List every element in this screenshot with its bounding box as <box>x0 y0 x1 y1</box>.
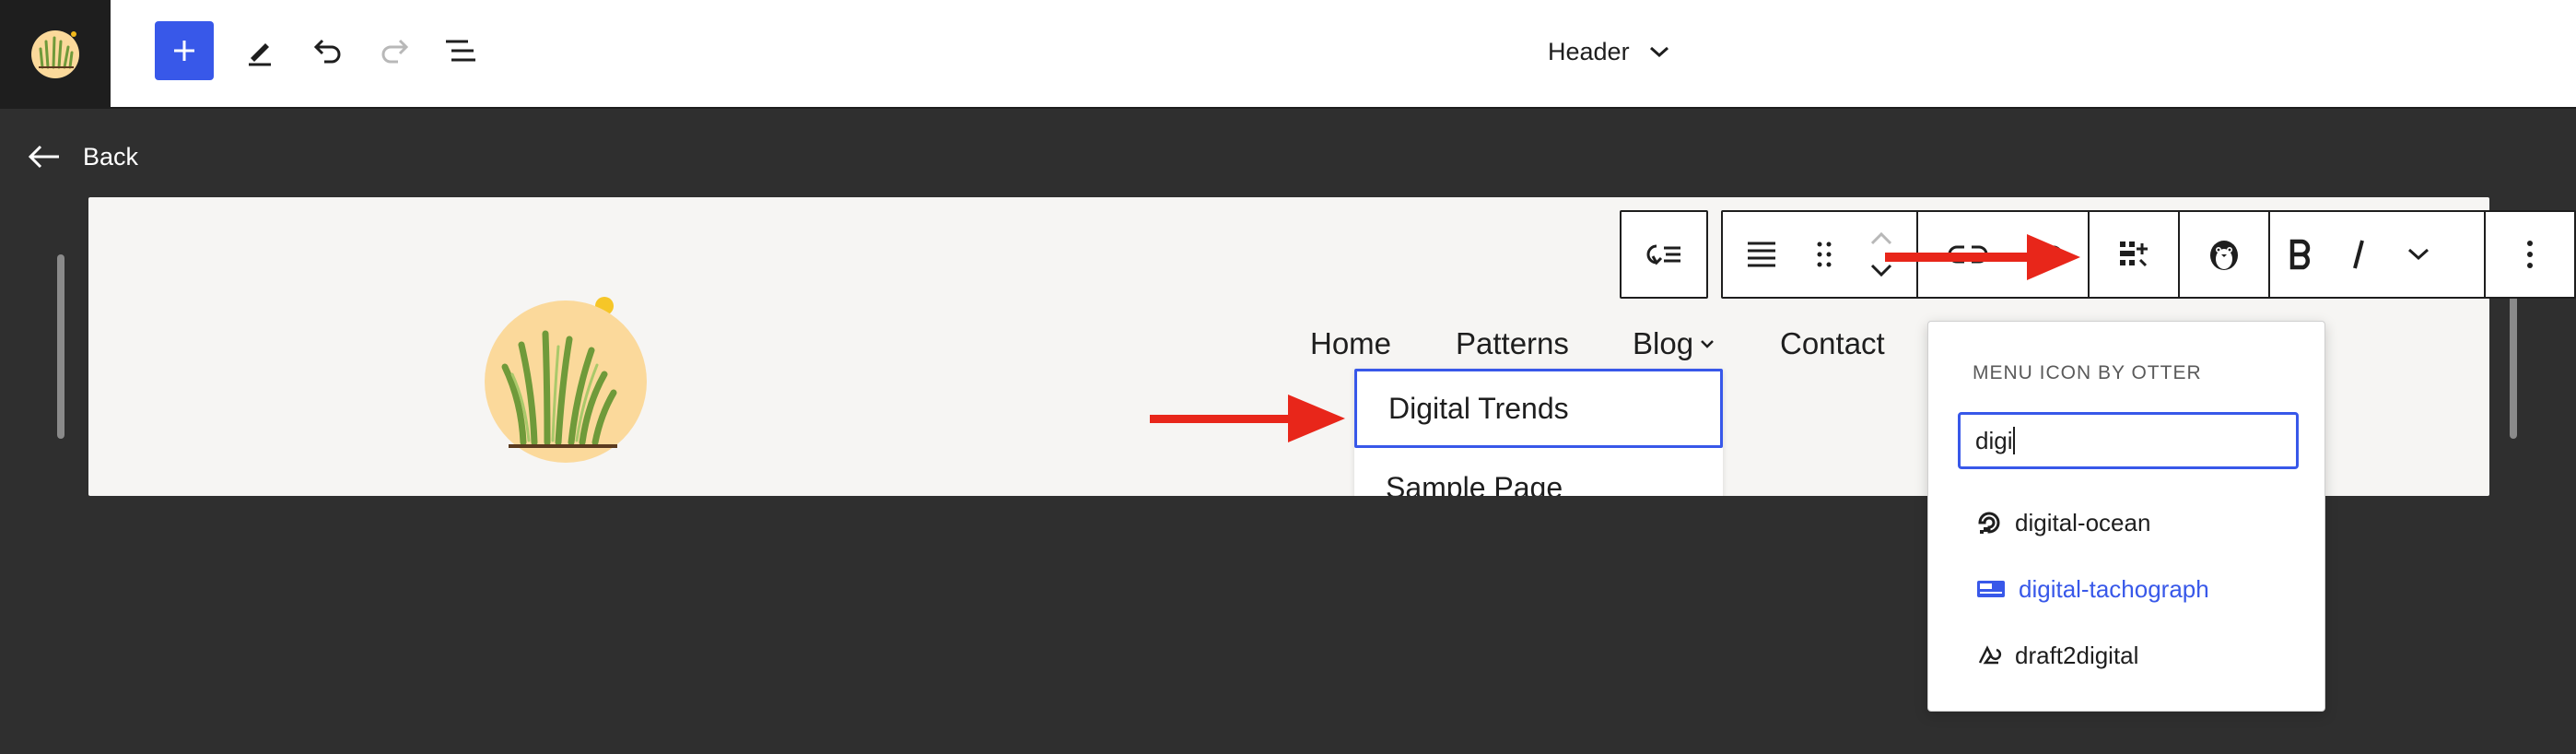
search-value: digi <box>1975 426 2013 454</box>
redo-button[interactable] <box>365 21 424 80</box>
icon-result-label: digital-tachograph <box>2019 574 2209 603</box>
bold-button[interactable] <box>2270 212 2331 297</box>
otter-penguin-icon <box>2210 241 2238 270</box>
more-formatting-button[interactable] <box>2386 212 2451 297</box>
icon-result-digital-ocean[interactable]: digital-ocean <box>1976 501 2150 545</box>
draft2digital-icon <box>1978 645 2002 665</box>
icon-search-input[interactable]: digi <box>1958 412 2299 469</box>
digital-tachograph-icon <box>1977 581 2005 597</box>
digital-ocean-icon <box>1978 512 2000 534</box>
icon-picker-popover: MENU ICON BY OTTER digi digital-ocean di… <box>1927 321 2325 712</box>
nav-item-label: Contact <box>1780 326 1885 360</box>
block-toolbar <box>1721 210 2576 299</box>
icon-result-label: draft2digital <box>2015 641 2139 669</box>
options-kebab-icon <box>2527 241 2533 268</box>
nav-item-contact[interactable]: Contact <box>1780 326 1885 361</box>
arrow-left-icon <box>28 145 59 169</box>
nav-item-label: Blog <box>1633 326 1694 360</box>
block-options-toolbar <box>2484 210 2576 299</box>
submenu-item-label: Sample Page <box>1386 470 1563 497</box>
drag-handle-button[interactable] <box>1797 212 1852 297</box>
menu-icon-block-icon <box>2120 242 2148 267</box>
bold-icon <box>2289 239 2311 270</box>
italic-button[interactable] <box>2331 212 2386 297</box>
menu-icon-button[interactable] <box>2090 212 2178 297</box>
nav-item-home[interactable]: Home <box>1310 326 1391 361</box>
canvas-scrollbar-left[interactable] <box>57 254 64 439</box>
options-button[interactable] <box>2486 212 2574 297</box>
block-parent-toolbar <box>1620 210 1708 299</box>
blog-submenu: Digital Trends Sample Page <box>1354 369 1723 496</box>
back-button[interactable]: Back <box>28 135 138 179</box>
pencil-icon <box>249 43 271 66</box>
icon-result-draft2digital[interactable]: draft2digital <box>1976 633 2138 677</box>
annotation-arrow-submenu <box>1150 395 1345 442</box>
submenu-item-sample-page[interactable]: Sample Page <box>1354 448 1723 497</box>
nav-item-patterns[interactable]: Patterns <box>1456 326 1569 361</box>
list-view-icon <box>446 40 475 62</box>
submenu-toggle-button[interactable] <box>1622 212 1706 297</box>
tools-button[interactable] <box>230 21 289 80</box>
site-logo-button[interactable] <box>0 0 111 109</box>
plus-icon <box>174 41 194 61</box>
redo-icon <box>381 39 409 64</box>
popover-heading: MENU ICON BY OTTER <box>1973 362 2202 383</box>
add-block-button[interactable] <box>155 21 214 80</box>
align-button[interactable] <box>1730 212 1793 297</box>
nav-item-label: Patterns <box>1456 326 1569 360</box>
icon-result-label: digital-ocean <box>2015 508 2151 536</box>
document-title: Header <box>1548 37 1630 65</box>
document-title-dropdown[interactable]: Header <box>1548 28 1670 76</box>
editor-topbar: Header <box>0 0 2576 109</box>
undo-icon <box>313 39 341 64</box>
more-chevron-icon <box>2407 248 2430 261</box>
chevron-down-icon <box>1701 340 1714 348</box>
otter-button[interactable] <box>2180 212 2268 297</box>
grass-logo-image[interactable] <box>420 245 697 466</box>
grass-logo-icon <box>31 30 79 78</box>
undo-button[interactable] <box>299 21 357 80</box>
align-icon <box>1748 242 1775 267</box>
submenu-item-label: Digital Trends <box>1388 391 1569 425</box>
text-caret <box>2013 427 2016 454</box>
submenu-toggle-icon <box>1646 244 1680 265</box>
drag-handle-icon <box>1817 242 1832 267</box>
icon-result-digital-tachograph[interactable]: digital-tachograph <box>1976 567 2209 611</box>
back-label: Back <box>83 142 139 171</box>
chevron-down-icon <box>1649 46 1669 58</box>
list-view-button[interactable] <box>431 21 490 80</box>
annotation-arrow-toolbar <box>1885 234 2080 280</box>
italic-icon <box>2353 240 2364 269</box>
nav-item-blog[interactable]: Blog <box>1633 326 1715 361</box>
nav-item-label: Home <box>1310 326 1392 360</box>
submenu-item-digital-trends[interactable]: Digital Trends <box>1354 369 1723 448</box>
